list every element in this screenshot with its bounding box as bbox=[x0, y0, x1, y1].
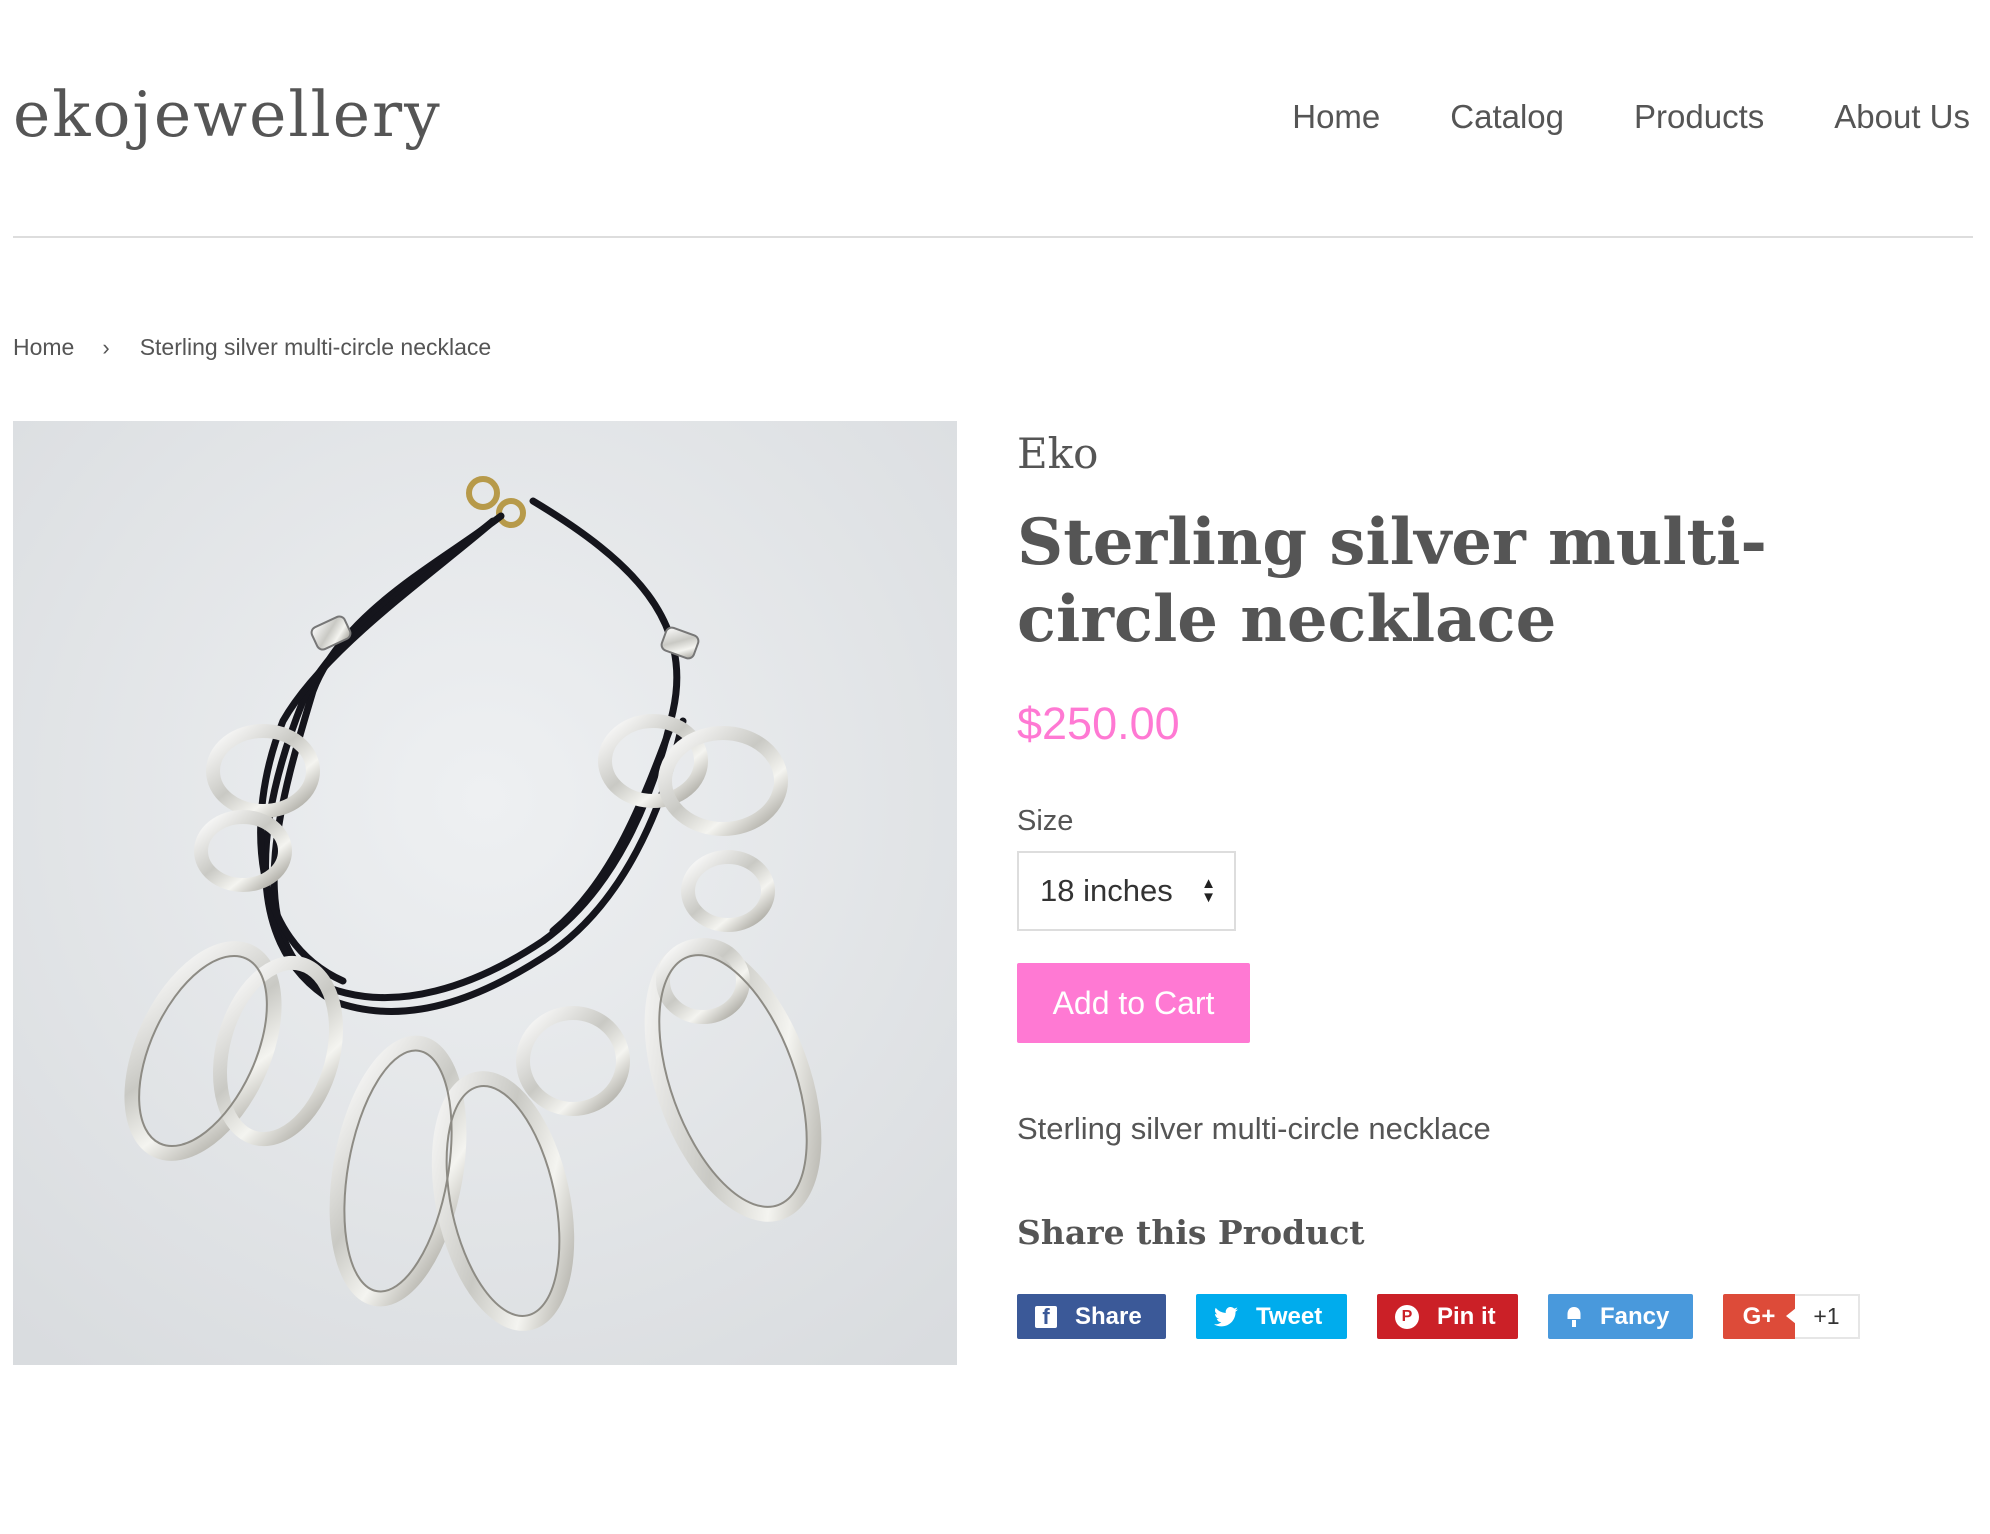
fancy-share-button[interactable]: Fancy bbox=[1548, 1294, 1693, 1339]
product-info: Eko Sterling silver multi-circle necklac… bbox=[1017, 421, 1957, 1339]
google-plus-count: +1 bbox=[1795, 1294, 1860, 1339]
pinterest-icon: P bbox=[1395, 1304, 1419, 1329]
chevron-right-icon: › bbox=[102, 334, 110, 360]
twitter-icon bbox=[1214, 1306, 1238, 1327]
google-plus-icon: G+ bbox=[1723, 1294, 1796, 1339]
size-select[interactable]: 18 inches ▲ ▼ bbox=[1017, 851, 1236, 931]
header-divider bbox=[13, 236, 1973, 238]
pinterest-share-label: Pin it bbox=[1437, 1302, 1496, 1330]
breadcrumb-home[interactable]: Home bbox=[13, 334, 74, 361]
breadcrumb: Home › Sterling silver multi-circle neck… bbox=[13, 334, 491, 361]
main-nav: Home Catalog Products About Us bbox=[1292, 98, 1970, 136]
product-description: Sterling silver multi-circle necklace bbox=[1017, 1111, 1491, 1146]
product-price: $250.00 bbox=[1017, 698, 1180, 749]
site-logo[interactable]: ekojewellery bbox=[13, 78, 442, 151]
fancy-share-label: Fancy bbox=[1600, 1302, 1670, 1330]
share-title: Share this Product bbox=[1017, 1213, 1365, 1252]
twitter-share-button[interactable]: Tweet bbox=[1196, 1294, 1347, 1339]
product-title: Sterling silver multi-circle necklace bbox=[1017, 505, 1767, 657]
nav-products[interactable]: Products bbox=[1634, 98, 1764, 136]
nav-home[interactable]: Home bbox=[1292, 98, 1380, 136]
nav-catalog[interactable]: Catalog bbox=[1450, 98, 1564, 136]
size-label: Size bbox=[1017, 805, 1074, 837]
facebook-share-button[interactable]: f Share bbox=[1017, 1294, 1166, 1339]
select-arrows-icon: ▲ ▼ bbox=[1201, 875, 1216, 906]
facebook-share-label: Share bbox=[1075, 1302, 1142, 1330]
fancy-icon bbox=[1566, 1306, 1582, 1328]
share-buttons: f Share Tweet P Pin it Fancy G+ +1 bbox=[1017, 1294, 1957, 1339]
breadcrumb-current: Sterling silver multi-circle necklace bbox=[139, 334, 492, 360]
add-to-cart-button[interactable]: Add to Cart bbox=[1017, 963, 1250, 1043]
product-image[interactable] bbox=[13, 421, 957, 1365]
google-plus-button[interactable]: G+ +1 bbox=[1723, 1294, 1860, 1339]
nav-about-us[interactable]: About Us bbox=[1834, 98, 1970, 136]
size-select-value: 18 inches bbox=[1040, 873, 1173, 908]
pinterest-share-button[interactable]: P Pin it bbox=[1377, 1294, 1518, 1339]
product-vendor[interactable]: Eko bbox=[1017, 429, 1957, 478]
twitter-share-label: Tweet bbox=[1256, 1302, 1323, 1330]
facebook-icon: f bbox=[1035, 1305, 1057, 1328]
